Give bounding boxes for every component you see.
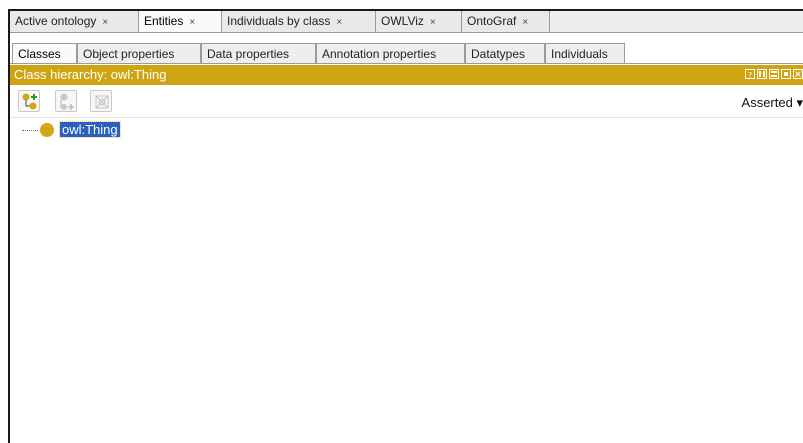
close-tab-icon[interactable]: × [522,17,528,28]
class-icon [40,123,54,137]
close-tab-icon[interactable]: × [430,17,436,28]
tab-active-ontology[interactable]: Active ontology × [10,11,139,32]
add-subclass-icon [22,93,37,110]
tab-label: Object properties [83,47,175,61]
view-mode-value: Asserted [741,95,793,110]
tab-data-properties[interactable]: Data properties [201,43,316,63]
close-tab-icon[interactable]: × [336,17,342,28]
tab-object-properties[interactable]: Object properties [77,43,201,63]
close-icon[interactable] [793,69,803,79]
workspace-tab-bar: Active ontology × Entities × Individuals b… [10,11,803,33]
tree-connector [22,130,38,131]
add-sibling-class-button[interactable] [55,90,77,112]
panel-title: Class hierarchy: owl:Thing [14,67,167,82]
tab-label: Classes [18,47,61,61]
tab-entities[interactable]: Entities × [139,11,222,32]
tab-datatypes[interactable]: Datatypes [465,43,545,63]
tab-label: OWLViz [381,14,424,28]
tab-label: Datatypes [471,47,526,61]
tab-label: Active ontology [15,14,97,28]
tab-classes[interactable]: Classes [12,43,77,63]
tab-label: Annotation properties [322,47,437,61]
float-icon[interactable] [781,69,791,79]
tab-ontograf[interactable]: OntoGraf × [462,11,550,32]
delete-class-button[interactable] [90,90,112,112]
entity-tab-bar: Classes Object properties Data propertie… [10,43,803,64]
class-label[interactable]: owl:Thing [59,121,121,138]
toolbar-divider [10,117,803,118]
class-toolbar: Asserted ▾ [10,87,803,117]
tab-individuals-by-class[interactable]: Individuals by class × [222,11,376,32]
tab-label: Data properties [207,47,290,61]
close-tab-icon[interactable]: × [189,17,195,28]
delete-class-icon [95,95,109,109]
tab-label: OntoGraf [467,14,517,28]
split-horizontal-icon[interactable] [769,69,779,79]
tab-individuals[interactable]: Individuals [545,43,625,63]
svg-text:?: ? [748,71,752,80]
chevron-down-icon: ▾ [796,95,803,110]
split-vertical-icon[interactable] [757,69,767,79]
panel-header-buttons: ? [745,69,803,81]
view-mode-dropdown[interactable]: Asserted ▾ [742,94,803,112]
help-icon[interactable]: ? [745,69,755,80]
protege-window: Active ontology × Entities × Individuals b… [8,9,803,443]
tab-label: Individuals [551,47,608,61]
close-tab-icon[interactable]: × [102,17,108,28]
tab-label: Entities [144,14,184,28]
tree-row-owl-thing[interactable]: owl:Thing [10,121,310,138]
class-hierarchy-header: Class hierarchy: owl:Thing ? [10,65,803,85]
add-subclass-button[interactable] [18,90,40,112]
tab-label: Individuals by class [227,14,331,28]
tab-annotation-properties[interactable]: Annotation properties [316,43,465,63]
add-sibling-class-icon [60,93,74,110]
tab-owlviz[interactable]: OWLViz × [376,11,462,32]
